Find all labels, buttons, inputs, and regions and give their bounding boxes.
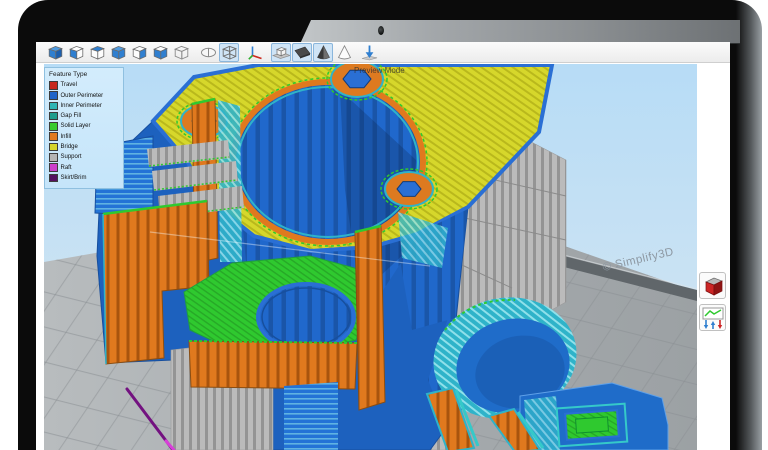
cut-wall-right-column	[354, 225, 386, 411]
bezel-glare	[300, 20, 740, 44]
swatch-gap-fill	[49, 111, 58, 121]
drop-to-platform-button[interactable]	[359, 43, 379, 62]
swatch-outer-perimeter	[49, 91, 58, 100]
webcam-dot	[378, 26, 384, 35]
view-right-face-cube-button[interactable]	[129, 43, 149, 62]
legend-item: Inner Perimeter	[49, 101, 119, 111]
swatch-bridge	[49, 142, 58, 152]
legend-item: Gap Fill	[49, 111, 119, 121]
viewport-3d[interactable]	[44, 64, 697, 450]
side-tool-strip	[699, 272, 727, 336]
view-iso-cube-button[interactable]	[108, 43, 128, 62]
view-left-face-cube-button[interactable]	[66, 43, 86, 62]
bottom-right-block	[519, 382, 669, 450]
view-front-face-cube-button[interactable]	[150, 43, 170, 62]
perspective-lens-button[interactable]	[198, 43, 218, 62]
screen: Feature Type Travel Outer Perimeter Inne…	[36, 42, 730, 450]
swatch-solid-layer	[49, 122, 58, 131]
workspace: Feature Type Travel Outer Perimeter Inne…	[36, 64, 730, 450]
legend-item: Raft	[49, 163, 119, 172]
feature-type-title: Feature Type	[49, 71, 88, 78]
wireframe-mode-button[interactable]	[219, 42, 239, 62]
feature-type-panel: Feature Type Travel Outer Perimeter Inne…	[44, 67, 124, 189]
legend-item: Support	[49, 153, 119, 162]
wireframe-shading-cone-button[interactable]	[334, 43, 354, 62]
monitor-frame: Feature Type Travel Outer Perimeter Inne…	[18, 0, 762, 450]
legend-item: Skirt/Brim	[49, 173, 119, 183]
legend-item: Solid Layer	[49, 122, 119, 131]
swatch-infill	[49, 132, 58, 141]
solid-shading-cone-button[interactable]	[313, 42, 333, 62]
toolpath-preview-tool-button[interactable]	[699, 304, 726, 331]
swatch-skirt-brim	[49, 173, 58, 183]
view-wireframe-cube-button[interactable]	[171, 43, 191, 62]
cut-band-front	[188, 340, 358, 390]
page-background: Feature Type Travel Outer Perimeter Inne…	[0, 0, 768, 450]
show-platform-button[interactable]	[292, 42, 312, 62]
legend-item: Infill	[49, 132, 119, 141]
coordinate-axes-button[interactable]	[246, 43, 266, 62]
preview-mode-label: Preview Mode	[354, 66, 405, 75]
swatch-raft	[49, 163, 58, 172]
show-build-volume-button[interactable]	[271, 42, 291, 62]
cross-section-tool-button[interactable]	[699, 272, 726, 299]
swatch-travel	[49, 81, 58, 90]
lower-chamber-wall	[284, 382, 338, 450]
toolbar	[36, 42, 730, 63]
swatch-support	[49, 153, 58, 162]
legend-item: Bridge	[49, 142, 119, 152]
legend-item: Outer Perimeter	[49, 91, 119, 100]
swatch-inner-perimeter	[49, 101, 58, 111]
view-top-face-cube-button[interactable]	[87, 43, 107, 62]
legend-item: Travel	[49, 81, 119, 90]
view-default-cube-button[interactable]	[45, 43, 65, 62]
